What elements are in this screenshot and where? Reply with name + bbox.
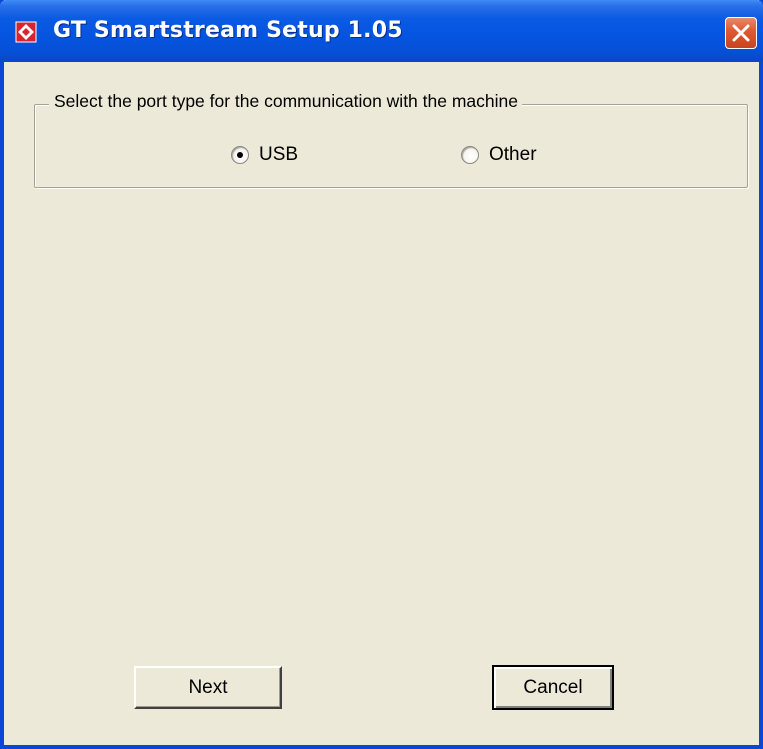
window-title: GT Smartstream Setup 1.05 [53, 18, 403, 43]
radio-other[interactable]: Other [461, 144, 537, 166]
radio-other-label[interactable]: Other [489, 144, 537, 166]
setup-dialog: GT Smartstream Setup 1.05 Select the por… [0, 0, 763, 749]
next-button[interactable]: Next [134, 666, 282, 709]
radio-usb-label[interactable]: USB [259, 144, 298, 166]
radio-other-circle[interactable] [461, 146, 479, 164]
title-bar[interactable]: GT Smartstream Setup 1.05 [0, 0, 763, 62]
app-diamond-icon [15, 21, 37, 43]
radio-usb[interactable]: USB [231, 144, 298, 166]
radio-selected-dot [237, 152, 243, 158]
radio-usb-circle[interactable] [231, 146, 249, 164]
port-type-group-label: Select the port type for the communicati… [49, 91, 522, 112]
cancel-button[interactable]: Cancel [492, 665, 614, 710]
port-type-group [34, 104, 748, 188]
close-button[interactable] [725, 17, 757, 49]
